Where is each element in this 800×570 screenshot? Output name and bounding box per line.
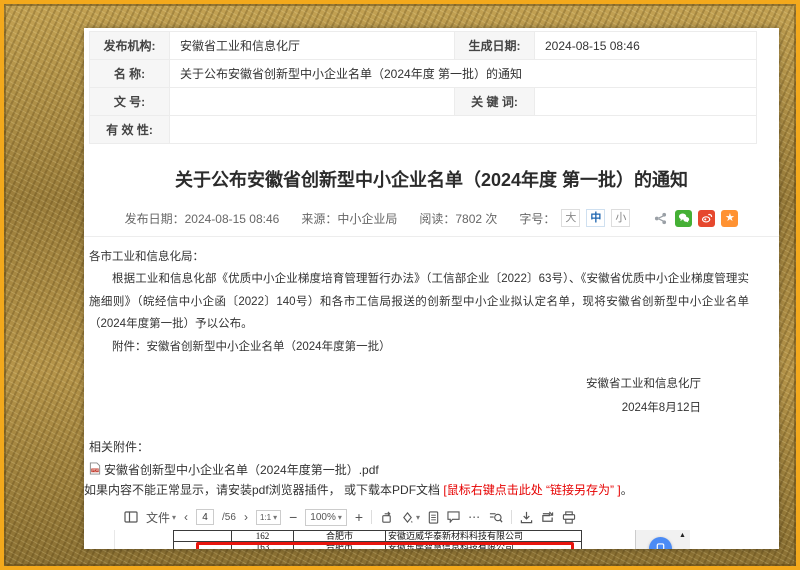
salutation: 各市工业和信息化局： bbox=[89, 246, 749, 268]
table-row: 文 号: 关 键 词: bbox=[90, 88, 757, 116]
font-large-button[interactable]: 大 bbox=[561, 209, 580, 227]
keywords-value bbox=[535, 88, 757, 116]
source: 来源：中小企业局 bbox=[301, 210, 397, 227]
page-title: 关于公布安徽省创新型中小企业名单（2024年度 第一批）的通知 bbox=[84, 166, 779, 192]
highlight-annotation-box bbox=[196, 542, 574, 549]
comment-icon[interactable] bbox=[447, 511, 460, 523]
doc-no-label: 文 号: bbox=[90, 88, 170, 116]
table-row: 有 效 性: bbox=[90, 116, 757, 144]
zoom-in-button[interactable]: + bbox=[355, 509, 363, 525]
table-row: 名 称: 关于公布安徽省创新型中小企业名单（2024年度 第一批）的通知 bbox=[90, 60, 757, 88]
validity-label: 有 效 性: bbox=[90, 116, 170, 144]
share-icon[interactable] bbox=[652, 210, 669, 227]
rotate-icon[interactable] bbox=[380, 511, 393, 524]
save-export-icon[interactable] bbox=[541, 511, 554, 524]
gen-date-value: 2024-08-15 08:46 bbox=[535, 32, 757, 60]
table-row: 发布机构: 安徽省工业和信息化厅 生成日期: 2024-08-15 08:46 bbox=[90, 32, 757, 60]
toolbar-divider bbox=[371, 510, 372, 524]
font-size-label: 字号： bbox=[519, 210, 555, 227]
print-icon[interactable] bbox=[562, 511, 576, 524]
pdf-plugin-notice: 如果内容不能正常显示，请安装pdf浏览器插件， 或下载本PDF文档 [鼠标右键点… bbox=[84, 481, 779, 498]
keywords-label: 关 键 词: bbox=[455, 88, 535, 116]
gold-picture-frame: 发布机构: 安徽省工业和信息化厅 生成日期: 2024-08-15 08:46 … bbox=[0, 0, 800, 570]
webpage-content: 发布机构: 安徽省工业和信息化厅 生成日期: 2024-08-15 08:46 … bbox=[84, 28, 779, 549]
name-label: 名 称: bbox=[90, 60, 170, 88]
sign-date: 2024年8月12日 bbox=[89, 396, 701, 420]
scroll-up-arrow[interactable]: ▲ bbox=[679, 532, 686, 539]
zoom-level-dropdown[interactable]: 100%▾ bbox=[305, 509, 347, 526]
prev-page-button[interactable]: ‹ bbox=[184, 510, 188, 524]
wechat-share-icon[interactable] bbox=[675, 210, 692, 227]
toolbar-divider bbox=[511, 510, 512, 524]
publish-date: 发布日期：2024-08-15 08:46 bbox=[125, 210, 280, 227]
signature-block: 安徽省工业和信息化厅 2024年8月12日 bbox=[89, 372, 749, 420]
validity-value bbox=[170, 116, 757, 144]
zoom-out-button[interactable]: − bbox=[289, 509, 297, 525]
attachment-pdf-link[interactable]: 安徽省创新型中小企业名单（2024年度第一批）.pdf bbox=[104, 461, 379, 478]
pdf-viewer: 文件▾ ‹ /56 › 1:1▾ − 100%▾ + bbox=[114, 504, 699, 549]
favorite-star-icon[interactable]: ★ bbox=[721, 210, 738, 227]
page-total: /56 bbox=[222, 512, 236, 523]
publisher-value: 安徽省工业和信息化厅 bbox=[170, 32, 455, 60]
document-meta-table: 发布机构: 安徽省工业和信息化厅 生成日期: 2024-08-15 08:46 … bbox=[89, 31, 757, 144]
more-options-icon[interactable]: ⋯ bbox=[468, 510, 481, 524]
highlight-fill-tool[interactable]: ▾ bbox=[401, 511, 420, 524]
article-body: 各市工业和信息化局： 根据工业和信息化部《优质中小企业梯度培育管理暂行办法》（工… bbox=[89, 246, 749, 358]
pdf-page-area[interactable]: 162 合肥市 安徽迈威华泰新材料科技有限公司 163 合肥市 安徽东岸智慧信息… bbox=[114, 530, 699, 549]
doc-no-value bbox=[170, 88, 455, 116]
download-icon[interactable] bbox=[520, 511, 533, 524]
fit-mode-dropdown[interactable]: 1:1▾ bbox=[256, 510, 281, 525]
name-value: 关于公布安徽省创新型中小企业名单（2024年度 第一批）的通知 bbox=[170, 60, 757, 88]
font-small-button[interactable]: 小 bbox=[611, 209, 630, 227]
svg-text:PDF: PDF bbox=[92, 468, 98, 472]
next-page-button[interactable]: › bbox=[244, 510, 248, 524]
view-count: 阅读：7802 次 bbox=[419, 210, 497, 227]
table-row: 162 合肥市 安徽迈威华泰新材料科技有限公司 bbox=[174, 531, 582, 542]
pdf-toolbar: 文件▾ ‹ /56 › 1:1▾ − 100%▾ + bbox=[114, 504, 699, 530]
sidebar-toggle-icon[interactable] bbox=[124, 511, 138, 523]
file-menu[interactable]: 文件▾ bbox=[146, 509, 176, 526]
signer: 安徽省工业和信息化厅 bbox=[89, 372, 701, 396]
notes-panel-icon[interactable] bbox=[428, 511, 439, 524]
pdf-file-icon: PDF bbox=[89, 462, 101, 478]
attachment-line: 附件：安徽省创新型中小企业名单（2024年度第一批） bbox=[89, 336, 749, 358]
related-attachments-label: 相关附件： bbox=[89, 436, 779, 459]
article-meta-line: 发布日期：2024-08-15 08:46 来源：中小企业局 阅读：7802 次… bbox=[84, 209, 779, 237]
font-medium-button[interactable]: 中 bbox=[586, 209, 605, 227]
main-paragraph: 根据工业和信息化部《优质中小企业梯度培育管理暂行办法》（工信部企业〔2022〕6… bbox=[89, 268, 749, 335]
gen-date-label: 生成日期: bbox=[455, 32, 535, 60]
weibo-share-icon[interactable] bbox=[698, 210, 715, 227]
notice-text: 如果内容不能正常显示，请安装pdf浏览器插件， 或下载本PDF文档 bbox=[84, 483, 443, 497]
search-in-document-icon[interactable] bbox=[489, 511, 503, 524]
publisher-label: 发布机构: bbox=[90, 32, 170, 60]
save-link-as-hint[interactable]: [鼠标右键点击此处 “链接另存为” ] bbox=[443, 483, 620, 497]
page-number-input[interactable] bbox=[196, 509, 214, 525]
